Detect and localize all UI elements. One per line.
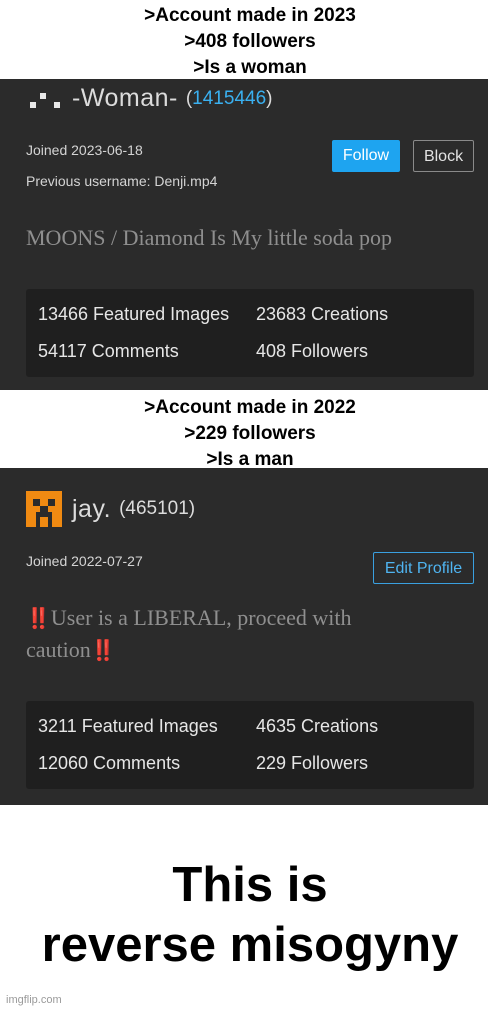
caption-line: >229 followers: [184, 423, 316, 444]
user-id[interactable]: (1415446): [186, 88, 273, 110]
edit-profile-button[interactable]: Edit Profile: [373, 552, 474, 584]
stat-comments[interactable]: 54117 Comments: [38, 341, 179, 362]
caption-line: >Is a woman: [193, 57, 307, 78]
bottom-caption: This is reverse misogyny: [0, 855, 500, 975]
middle-caption: >Account made in 2022 >229 followers >Is…: [0, 395, 500, 473]
stat-creations[interactable]: 4635 Creations: [256, 716, 378, 737]
stat-featured-images[interactable]: 3211 Featured Images: [38, 716, 218, 737]
profile-bio: MOONS / Diamond Is My little soda pop: [26, 225, 393, 250]
profile-panel-man: jay. (465101) Joined 2022-07-27 Edit Pro…: [0, 468, 488, 805]
stat-comments[interactable]: 12060 Comments: [38, 753, 180, 774]
caption-line: >Account made in 2022: [144, 397, 356, 418]
username[interactable]: jay.: [72, 495, 111, 524]
stat-followers[interactable]: 408 Followers: [256, 341, 368, 362]
joined-date: Joined 2022-07-27: [26, 553, 143, 569]
stat-creations[interactable]: 23683 Creations: [256, 304, 388, 325]
bio-line: User is a LIBERAL, proceed with: [50, 605, 352, 630]
double-exclamation-icon: ‼️: [26, 606, 51, 630]
username-row: jay. (465101): [26, 491, 195, 527]
username[interactable]: -Woman-: [72, 84, 178, 113]
previous-username: Previous username: Denji.mp4: [26, 173, 218, 189]
bottom-caption-line: This is: [172, 858, 328, 912]
caption-line: >Account made in 2023: [144, 5, 356, 26]
stats-box: 13466 Featured Images 23683 Creations 54…: [26, 289, 474, 377]
bio-line: caution: [26, 637, 91, 662]
pixel-avatar-icon: [30, 92, 60, 108]
user-id[interactable]: (465101): [119, 498, 195, 520]
user-id-number[interactable]: 1415446: [192, 88, 266, 109]
stats-box: 3211 Featured Images 4635 Creations 1206…: [26, 701, 474, 789]
bottom-caption-line: reverse misogyny: [41, 918, 459, 972]
caption-line: >408 followers: [184, 31, 316, 52]
joined-date: Joined 2023-06-18: [26, 142, 143, 158]
double-exclamation-icon: ‼️: [90, 638, 116, 662]
profile-bio: ‼️User is a LIBERAL, proceed with cautio…: [26, 602, 352, 666]
top-caption: >Account made in 2023 >408 followers >Is…: [0, 3, 500, 81]
pixel-avatar-icon: [26, 491, 62, 527]
follow-button[interactable]: Follow: [332, 140, 400, 172]
stat-followers[interactable]: 229 Followers: [256, 753, 368, 774]
imgflip-watermark: imgflip.com: [6, 994, 62, 1006]
profile-panel-woman: -Woman- (1415446) Joined 2023-06-18 Prev…: [0, 79, 488, 390]
username-row: -Woman- (1415446): [26, 84, 272, 113]
stat-featured-images[interactable]: 13466 Featured Images: [38, 304, 229, 325]
block-button[interactable]: Block: [413, 140, 474, 172]
